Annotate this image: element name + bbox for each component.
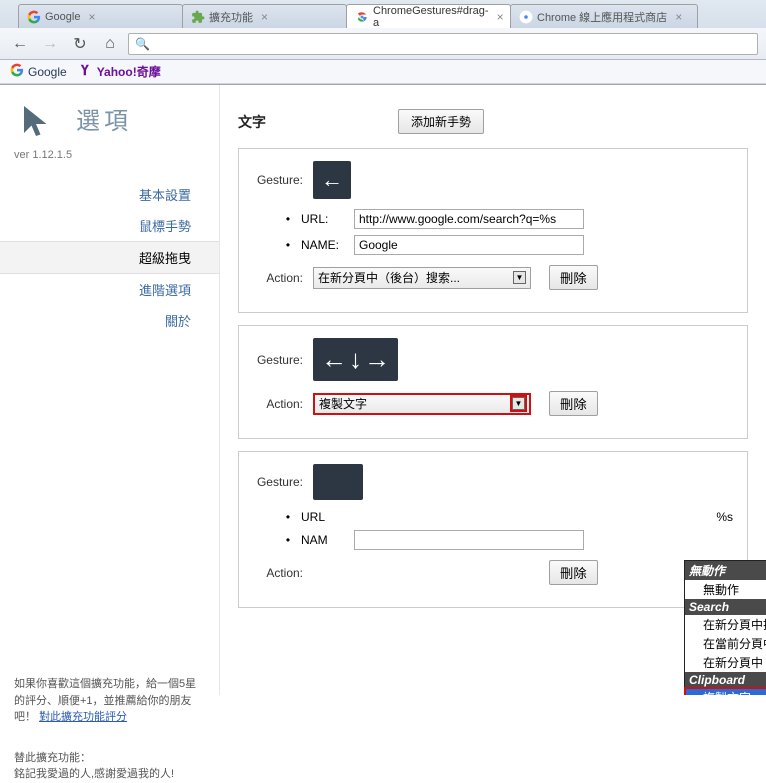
action-select[interactable]: 在新分頁中（後台）搜索... ▼	[313, 267, 531, 289]
close-icon[interactable]: ×	[88, 10, 95, 24]
delete-button[interactable]: 刪除	[549, 265, 598, 290]
main-panel: 文字 添加新手勢 Gesture: ← • URL: • NAME:	[220, 85, 766, 695]
yahoo-icon	[79, 63, 93, 80]
url-label: URL:	[301, 212, 346, 226]
dropdown-option[interactable]: 無動作	[685, 580, 766, 599]
gesture-preview: ← ↓ →	[313, 338, 398, 381]
dropdown-option-selected[interactable]: 複製文字↖	[685, 688, 766, 695]
url-input[interactable]	[354, 209, 584, 229]
sidebar-item-superdrag[interactable]: 超級拖曳	[0, 241, 219, 274]
sidebar-nav: 基本設置 鼠標手勢 超級拖曳 進階選項 關於	[0, 179, 219, 336]
action-select-open[interactable]: 複製文字 ▼	[313, 393, 531, 415]
close-icon[interactable]: ×	[497, 10, 504, 24]
chevron-down-icon: ▼	[512, 397, 525, 410]
dropdown-group: Search	[685, 599, 766, 615]
action-label: Action:	[253, 271, 303, 285]
reload-button[interactable]: ↻	[68, 32, 92, 56]
sidebar-item-advanced[interactable]: 進階選項	[0, 274, 219, 305]
chevron-down-icon: ▼	[513, 271, 526, 284]
page-title: 選項	[76, 101, 132, 136]
action-label: Action:	[253, 397, 303, 411]
dropdown-group: 無動作	[685, 561, 766, 580]
omnibox[interactable]: 🔍	[128, 33, 758, 55]
gesture-block: Gesture: • URL %s • NAM Action:	[238, 451, 748, 608]
dropdown-option[interactable]: 在新分頁中（後台）搜索...	[685, 653, 766, 672]
search-icon: 🔍	[135, 37, 150, 51]
name-input[interactable]	[354, 530, 584, 550]
google-icon	[10, 63, 24, 80]
action-label: Action:	[253, 566, 303, 580]
dropdown-option[interactable]: 在當前分頁中搜索...	[685, 634, 766, 653]
add-gesture-button[interactable]: 添加新手勢	[398, 109, 484, 134]
bookmark-google[interactable]: Google	[10, 63, 67, 80]
toolbar: ← → ↻ ⌂ 🔍	[0, 28, 766, 60]
sidebar-footer: 如果你喜歡這個擴充功能，給一個5星的評分、順便+1，並推薦給你的朋友吧！ 對此擴…	[0, 676, 219, 783]
delete-button[interactable]: 刪除	[549, 391, 598, 416]
close-icon[interactable]: ×	[675, 10, 682, 24]
bookmark-bar: Google Yahoo!奇摩	[0, 60, 766, 84]
chrome-icon	[519, 10, 533, 24]
browser-chrome: Google × 擴充功能 × ChromeGestures#drag-a × …	[0, 0, 766, 85]
gesture-block: Gesture: ← • URL: • NAME: Action: 在新分頁中	[238, 148, 748, 313]
sidebar: 選項 ver 1.12.1.5 基本設置 鼠標手勢 超級拖曳 進階選項 關於 如…	[0, 85, 220, 695]
section-label: 文字	[238, 112, 398, 132]
sidebar-item-basic[interactable]: 基本設置	[0, 179, 219, 210]
name-label: NAM	[301, 533, 346, 547]
tab[interactable]: Chrome 線上應用程式商店 ×	[510, 4, 698, 28]
sidebar-item-mouse[interactable]: 鼠標手勢	[0, 210, 219, 241]
close-icon[interactable]: ×	[261, 10, 268, 24]
name-label: NAME:	[301, 238, 346, 252]
name-input[interactable]	[354, 235, 584, 255]
google-icon	[27, 10, 41, 24]
gesture-label: Gesture:	[253, 475, 303, 489]
tab[interactable]: 擴充功能 ×	[182, 4, 347, 28]
back-button[interactable]: ←	[8, 32, 32, 56]
url-label: URL	[301, 510, 346, 524]
version-label: ver 1.12.1.5	[0, 149, 219, 179]
tab[interactable]: Google ×	[18, 4, 183, 28]
forward-button[interactable]: →	[38, 32, 62, 56]
extension-icon	[191, 10, 205, 24]
gesture-label: Gesture:	[253, 173, 303, 187]
gesture-preview	[313, 464, 363, 500]
gesture-label: Gesture:	[253, 353, 303, 367]
gesture-preview: ←	[313, 161, 351, 199]
dropdown-option[interactable]: 在新分頁中搜索...	[685, 615, 766, 634]
tab-active[interactable]: ChromeGestures#drag-a ×	[346, 4, 511, 28]
delete-button[interactable]: 刪除	[549, 560, 598, 585]
rate-link[interactable]: 對此擴充功能評分	[39, 711, 127, 723]
content-area: 選項 ver 1.12.1.5 基本設置 鼠標手勢 超級拖曳 進階選項 關於 如…	[0, 85, 766, 695]
chrome-icon	[355, 10, 369, 24]
gesture-block: Gesture: ← ↓ → Action: 複製文字 ▼ 刪除	[238, 325, 748, 439]
cursor-icon	[16, 101, 56, 141]
action-dropdown[interactable]: 無動作 無動作 Search 在新分頁中搜索... 在當前分頁中搜索... 在新…	[684, 560, 766, 695]
home-button[interactable]: ⌂	[98, 32, 122, 56]
dropdown-group: Clipboard	[685, 672, 766, 688]
tab-strip: Google × 擴充功能 × ChromeGestures#drag-a × …	[0, 0, 766, 28]
bookmark-yahoo[interactable]: Yahoo!奇摩	[79, 63, 161, 80]
sidebar-item-about[interactable]: 關於	[0, 305, 219, 336]
